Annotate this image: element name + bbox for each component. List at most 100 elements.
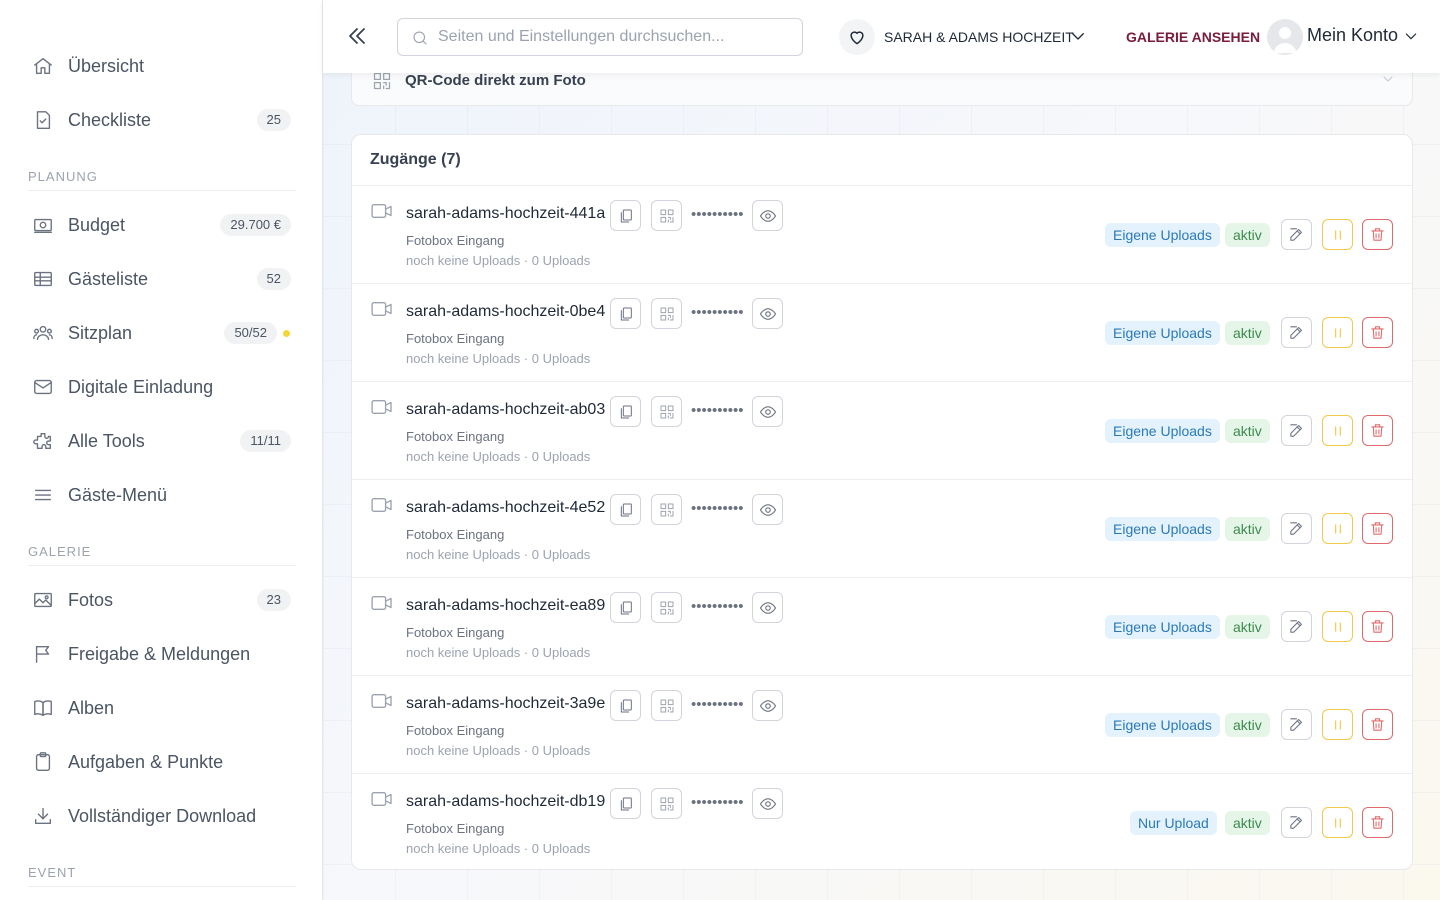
qr-code-icon: [660, 503, 673, 516]
sidebar-item-aufgaben-punkte[interactable]: Aufgaben & Punkte: [0, 742, 322, 782]
copy-button[interactable]: [610, 788, 641, 819]
qr-code-button[interactable]: [651, 200, 682, 231]
scope-badge: Eigene Uploads: [1105, 713, 1220, 737]
sidebar-item-budget[interactable]: Budget 29.700 €: [0, 205, 322, 245]
qr-code-button[interactable]: [651, 592, 682, 623]
pause-icon: [1334, 523, 1341, 534]
sidebar-item-digitale-einladung[interactable]: Digitale Einladung: [0, 367, 322, 407]
scope-badge: Eigene Uploads: [1105, 517, 1220, 541]
book-icon: [34, 700, 52, 717]
qr-code-button[interactable]: [651, 298, 682, 329]
edit-button[interactable]: [1281, 709, 1312, 740]
pause-button[interactable]: [1322, 611, 1353, 642]
chevron-down-icon[interactable]: [1403, 28, 1419, 44]
show-password-button[interactable]: [752, 396, 783, 427]
show-password-button[interactable]: [752, 494, 783, 525]
delete-button[interactable]: [1362, 611, 1393, 642]
section-divider: [28, 886, 296, 887]
account-menu[interactable]: Mein Konto: [1307, 25, 1398, 46]
sidebar-item-sitzplan[interactable]: Sitzplan 50/52: [0, 313, 322, 353]
copy-button[interactable]: [610, 200, 641, 231]
qr-code-button[interactable]: [651, 494, 682, 525]
seating-icon: [33, 325, 53, 341]
access-row: sarah-adams-hochzeit-ea89 Fotobox Eingan…: [352, 578, 1412, 676]
flag-icon: [35, 645, 50, 663]
sidebar-item-label: Alle Tools: [68, 431, 145, 451]
pause-button[interactable]: [1322, 415, 1353, 446]
search-input[interactable]: [438, 27, 794, 47]
show-password-button[interactable]: [752, 788, 783, 819]
show-password-button[interactable]: [752, 690, 783, 721]
eye-icon: [759, 699, 776, 712]
eye-icon: [759, 503, 776, 516]
show-password-button[interactable]: [752, 592, 783, 623]
show-password-button[interactable]: [752, 298, 783, 329]
delete-button[interactable]: [1362, 415, 1393, 446]
copy-button[interactable]: [610, 298, 641, 329]
access-type: Fotobox Eingang: [406, 625, 505, 640]
pause-icon: [1334, 229, 1341, 240]
sidebar-item-alben[interactable]: Alben: [0, 688, 322, 728]
pause-icon: [1334, 817, 1341, 828]
scope-badge: Eigene Uploads: [1105, 321, 1220, 345]
copy-button[interactable]: [610, 396, 641, 427]
video-camera-icon: [371, 596, 392, 610]
sidebar-item-alle-tools[interactable]: Alle Tools 11/11: [0, 421, 322, 461]
video-camera-icon: [371, 792, 392, 806]
collapse-sidebar-icon[interactable]: [345, 24, 369, 48]
qr-code-icon: [373, 72, 391, 90]
sidebar-item-fotos[interactable]: Fotos 23: [0, 580, 322, 620]
delete-button[interactable]: [1362, 317, 1393, 348]
access-upload-stats: noch keine Uploads · 0 Uploads: [406, 841, 591, 856]
download-icon: [34, 807, 52, 825]
sidebar-item-gaeste-menue[interactable]: Gäste-Menü: [0, 475, 322, 515]
sidebar-item-uebersicht[interactable]: Übersicht: [0, 46, 322, 86]
view-gallery-link[interactable]: GALERIE ANSEHEN: [1126, 29, 1260, 45]
user-avatar-icon: [1273, 27, 1297, 53]
qr-code-button[interactable]: [651, 788, 682, 819]
qr-code-button[interactable]: [651, 690, 682, 721]
pause-button[interactable]: [1322, 513, 1353, 544]
delete-button[interactable]: [1362, 219, 1393, 250]
edit-button[interactable]: [1281, 317, 1312, 348]
pause-button[interactable]: [1322, 317, 1353, 348]
trash-icon: [1371, 326, 1384, 339]
scope-badge: Eigene Uploads: [1105, 419, 1220, 443]
edit-button[interactable]: [1281, 513, 1312, 544]
scope-badge: Eigene Uploads: [1105, 615, 1220, 639]
sidebar-item-vollstaendiger-download[interactable]: Vollständiger Download: [0, 796, 322, 836]
edit-button[interactable]: [1281, 219, 1312, 250]
delete-button[interactable]: [1362, 513, 1393, 544]
copy-button[interactable]: [610, 494, 641, 525]
access-name: sarah-adams-hochzeit-ab03: [406, 401, 606, 418]
copy-button[interactable]: [610, 592, 641, 623]
pause-button[interactable]: [1322, 709, 1353, 740]
search-box[interactable]: [397, 18, 803, 56]
edit-button[interactable]: [1281, 807, 1312, 838]
pause-button[interactable]: [1322, 807, 1353, 838]
edit-icon: [1290, 816, 1302, 829]
copy-icon: [620, 209, 632, 222]
chevron-down-icon[interactable]: [1069, 27, 1087, 45]
sidebar-item-gaesteliste[interactable]: Gästeliste 52: [0, 259, 322, 299]
sidebar-item-checkliste[interactable]: Checkliste 25: [0, 100, 322, 140]
avatar[interactable]: [1267, 19, 1303, 55]
access-name: sarah-adams-hochzeit-441a: [406, 205, 606, 222]
show-password-button[interactable]: [752, 200, 783, 231]
qr-section-title: QR-Code direkt zum Foto: [405, 72, 586, 89]
qr-code-icon: [660, 797, 673, 810]
copy-button[interactable]: [610, 690, 641, 721]
delete-button[interactable]: [1362, 807, 1393, 838]
edit-button[interactable]: [1281, 415, 1312, 446]
access-row: sarah-adams-hochzeit-db19 Fotobox Eingan…: [352, 774, 1412, 872]
access-type: Fotobox Eingang: [406, 527, 505, 542]
pause-icon: [1334, 425, 1341, 436]
sidebar-item-freigabe-meldungen[interactable]: Freigabe & Meldungen: [0, 634, 322, 674]
count-badge: 29.700 €: [220, 214, 291, 236]
delete-button[interactable]: [1362, 709, 1393, 740]
password-mask: ••••••••••: [691, 500, 744, 517]
edit-button[interactable]: [1281, 611, 1312, 642]
event-selector[interactable]: SARAH & ADAMS HOCHZEIT: [884, 29, 1074, 45]
pause-button[interactable]: [1322, 219, 1353, 250]
qr-code-button[interactable]: [651, 396, 682, 427]
